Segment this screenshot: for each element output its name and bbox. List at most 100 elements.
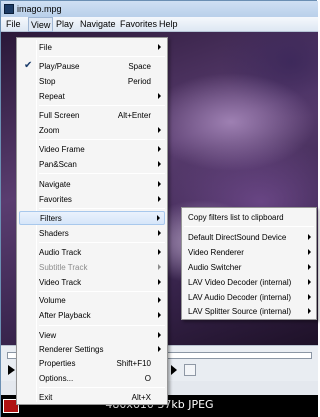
submenu-item-lav-splitter[interactable]: LAV Splitter Source (internal) xyxy=(184,305,314,317)
menu-item-label: LAV Audio Decoder (internal) xyxy=(188,293,292,302)
submenu-arrow-icon xyxy=(158,93,161,99)
menu-item-label: Video Frame xyxy=(39,145,85,154)
checkmark-icon: ✔ xyxy=(24,60,33,71)
menu-item-favorites[interactable]: Favorites xyxy=(19,193,165,205)
submenu-item-audio-switcher[interactable]: Audio Switcher xyxy=(184,261,314,273)
submenu-item-copy-filters[interactable]: Copy filters list to clipboard xyxy=(184,211,314,223)
menu-item-video-track[interactable]: Video Track xyxy=(19,276,165,288)
menu-favorites[interactable]: Favorites xyxy=(118,19,159,29)
menu-item-exit[interactable]: Exit Alt+X xyxy=(19,391,165,403)
menu-item-label: View xyxy=(39,331,57,340)
submenu-arrow-icon xyxy=(158,346,161,352)
submenu-arrow-icon xyxy=(308,279,311,285)
menu-play[interactable]: Play xyxy=(54,19,76,29)
menu-separator xyxy=(39,291,165,292)
submenu-arrow-icon xyxy=(158,196,161,202)
menu-item-accel: Shift+F10 xyxy=(116,359,151,368)
submenu-arrow-icon xyxy=(158,146,161,152)
menu-item-shaders[interactable]: Shaders xyxy=(19,227,165,239)
submenu-arrow-icon xyxy=(158,230,161,236)
submenu-arrow-icon xyxy=(158,127,161,133)
submenu-arrow-icon xyxy=(158,161,161,167)
window-title: imago.mpg xyxy=(17,4,62,14)
menu-item-label: Shaders xyxy=(39,229,69,238)
submenu-item-directsound[interactable]: Default DirectSound Device xyxy=(184,231,314,243)
menu-item-filters[interactable]: Filters xyxy=(19,211,165,225)
menu-item-accel: Alt+Enter xyxy=(117,111,151,120)
next-button[interactable] xyxy=(184,364,196,376)
app-icon xyxy=(4,4,14,14)
menu-item-properties[interactable]: Properties Shift+F10 xyxy=(19,357,165,369)
menu-item-renderer-settings[interactable]: Renderer Settings xyxy=(19,343,165,355)
submenu-item-video-renderer[interactable]: Video Renderer xyxy=(184,246,314,258)
menu-item-pan-scan[interactable]: Pan&Scan xyxy=(19,158,165,170)
menu-item-play-pause[interactable]: ✔ Play/Pause Space xyxy=(19,60,165,72)
menu-item-label: Favorites xyxy=(39,195,72,204)
submenu-arrow-icon xyxy=(308,249,311,255)
menu-separator xyxy=(39,56,165,57)
submenu-arrow-icon xyxy=(158,312,161,318)
menu-item-subtitle-track: Subtitle Track xyxy=(19,261,165,273)
submenu-arrow-icon xyxy=(308,308,311,314)
menu-item-accel: Alt+X xyxy=(131,393,151,402)
menu-item-volume[interactable]: Volume xyxy=(19,294,165,306)
menu-item-label: Full Screen xyxy=(39,111,80,120)
play-icon[interactable] xyxy=(8,365,15,375)
menu-item-label: LAV Video Decoder (internal) xyxy=(188,278,292,287)
menu-item-label: Options... xyxy=(39,374,74,383)
title-bar: imago.mpg xyxy=(1,1,318,17)
menu-item-label: Zoom xyxy=(39,126,60,135)
menu-item-zoom[interactable]: Zoom xyxy=(19,124,165,136)
menu-item-navigate[interactable]: Navigate xyxy=(19,178,165,190)
menu-item-label: Stop xyxy=(39,77,56,86)
menu-item-label: Properties xyxy=(39,359,76,368)
menu-separator xyxy=(39,387,165,388)
menu-separator xyxy=(39,105,165,106)
menu-help[interactable]: Help xyxy=(157,19,180,29)
menu-view[interactable]: View xyxy=(28,17,54,32)
menu-item-label: Play/Pause xyxy=(39,62,80,71)
menu-item-full-screen[interactable]: Full Screen Alt+Enter xyxy=(19,109,165,121)
menu-item-label: Default DirectSound Device xyxy=(188,233,287,242)
submenu-item-lav-video[interactable]: LAV Video Decoder (internal) xyxy=(184,276,314,288)
submenu-arrow-icon xyxy=(158,264,161,270)
context-menu: File ✔ Play/Pause Space Stop Period Repe… xyxy=(16,37,168,405)
menu-item-label: Pan&Scan xyxy=(39,160,77,169)
menu-item-label: File xyxy=(39,43,52,52)
menu-item-label: Volume xyxy=(39,296,66,305)
menu-item-view[interactable]: View xyxy=(19,329,165,341)
submenu-arrow-icon xyxy=(308,294,311,300)
submenu-arrow-icon xyxy=(308,234,311,240)
submenu-arrow-icon xyxy=(158,249,161,255)
frame-step-icon[interactable] xyxy=(171,365,177,375)
submenu-arrow-icon xyxy=(157,215,160,221)
menu-separator xyxy=(39,173,165,174)
menu-navigate[interactable]: Navigate xyxy=(78,19,118,29)
submenu-arrow-icon xyxy=(158,44,161,50)
submenu-arrow-icon xyxy=(158,297,161,303)
menu-item-stop[interactable]: Stop Period xyxy=(19,75,165,87)
filters-submenu: Copy filters list to clipboard Default D… xyxy=(181,207,317,320)
menu-separator xyxy=(39,242,165,243)
menu-item-file[interactable]: File xyxy=(19,41,165,53)
menu-separator xyxy=(184,226,314,227)
submenu-item-lav-audio[interactable]: LAV Audio Decoder (internal) xyxy=(184,291,314,303)
menu-item-label: Audio Switcher xyxy=(188,263,242,272)
menu-item-audio-track[interactable]: Audio Track xyxy=(19,246,165,258)
menu-item-label: Audio Track xyxy=(39,248,82,257)
menu-item-label: Navigate xyxy=(39,180,71,189)
menu-bar: File View Play Navigate Favorites Help xyxy=(1,17,318,32)
menu-item-options[interactable]: Options... O xyxy=(19,372,165,384)
menu-file[interactable]: File xyxy=(4,19,23,29)
menu-separator xyxy=(39,208,165,209)
menu-item-label: Video Renderer xyxy=(188,248,244,257)
menu-item-accel: O xyxy=(144,374,151,383)
menu-item-label: Filters xyxy=(40,214,62,223)
submenu-arrow-icon xyxy=(158,181,161,187)
menu-item-label: LAV Splitter Source (internal) xyxy=(188,307,292,316)
menu-item-repeat[interactable]: Repeat xyxy=(19,90,165,102)
menu-item-video-frame[interactable]: Video Frame xyxy=(19,143,165,155)
menu-item-label: Renderer Settings xyxy=(39,345,104,354)
menu-item-accel: Period xyxy=(127,77,151,86)
menu-item-after-playback[interactable]: After Playback xyxy=(19,309,165,321)
